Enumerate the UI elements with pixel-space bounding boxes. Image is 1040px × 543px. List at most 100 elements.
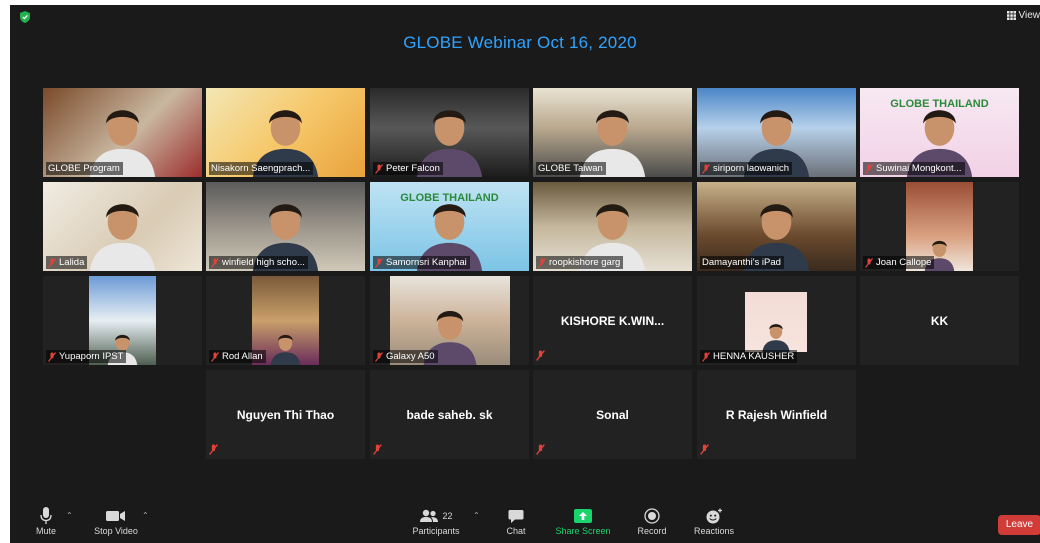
reactions-label: Reactions <box>693 526 735 536</box>
participant-gallery: GLOBE Program Nisakorn Saengprach... Peter… <box>0 0 1040 500</box>
participant-name-label: Damayanthi's iPad <box>700 256 784 269</box>
participant-name-label: Suwinai Mongkont... <box>863 162 965 175</box>
participant-name: Yupaporn IPST <box>59 351 124 362</box>
chat-label: Chat <box>506 526 526 536</box>
zoom-meeting-window: View GLOBE Webinar Oct 16, 2020 GLOBE Pr… <box>0 0 1040 543</box>
chat-button[interactable]: Chat <box>498 506 534 536</box>
participant-name: Joan Callope <box>876 257 932 268</box>
participant-tile[interactable]: Nisakorn Saengprach... <box>206 88 365 177</box>
participant-name: Galaxy A50 <box>386 351 435 362</box>
participants-button[interactable]: 22 Participants <box>408 506 464 536</box>
muted-microphone-icon <box>209 444 218 455</box>
participant-name: HENNA KAUSHER <box>713 351 795 362</box>
mute-button[interactable]: Mute <box>28 506 64 536</box>
microphone-icon <box>40 507 52 524</box>
participant-tile[interactable]: GLOBE THAILAND Samornsri Kanphai <box>370 182 529 271</box>
muted-microphone-icon <box>211 257 219 268</box>
muted-microphone-icon <box>865 257 873 268</box>
muted-microphone-icon <box>48 257 56 268</box>
muted-microphone-icon <box>700 444 709 455</box>
muted-microphone-icon <box>211 351 219 362</box>
muted-microphone-icon <box>375 257 383 268</box>
stop-video-button[interactable]: Stop Video <box>88 506 144 536</box>
participant-name: Suwinai Mongkont... <box>876 163 962 174</box>
participant-name-label: roopkishore garg <box>536 256 624 269</box>
participant-name: Nguyen Thi Thao <box>236 408 335 422</box>
muted-microphone-icon <box>536 350 545 361</box>
globe-thailand-banner: GLOBE THAILAND <box>890 98 989 110</box>
participant-tile[interactable]: Joan Callope <box>860 182 1019 271</box>
participant-name-label: GLOBE Program <box>46 162 123 175</box>
participant-tile[interactable]: GLOBE Taiwan <box>533 88 692 177</box>
muted-microphone-icon <box>373 444 382 455</box>
participant-name-label: Galaxy A50 <box>373 350 438 363</box>
record-button[interactable]: Record <box>632 506 672 536</box>
participant-name-label: Peter Falcon <box>373 162 443 175</box>
globe-thailand-banner: GLOBE THAILAND <box>400 192 499 204</box>
chat-bubble-icon <box>508 509 524 523</box>
reactions-button[interactable]: Reactions <box>690 506 738 536</box>
participant-name: Samornsri Kanphai <box>386 257 467 268</box>
participant-name: roopkishore garg <box>549 257 621 268</box>
share-screen-icon <box>574 509 592 523</box>
muted-microphone-icon <box>865 163 873 174</box>
muted-microphone-icon <box>48 351 56 362</box>
participant-name-label: Yupaporn IPST <box>46 350 127 363</box>
video-camera-icon <box>106 511 125 521</box>
participant-name: siriporn laowanich <box>713 163 790 174</box>
participants-options-caret[interactable]: ⌃ <box>473 511 480 520</box>
participant-tile[interactable]: siriporn laowanich <box>697 88 856 177</box>
participant-name: R Rajesh Winfield <box>725 408 828 422</box>
smiley-reaction-icon <box>706 508 722 524</box>
participant-name-label: siriporn laowanich <box>700 162 793 175</box>
participant-tile[interactable]: HENNA KAUSHER <box>697 276 856 365</box>
participant-tile[interactable]: Damayanthi's iPad <box>697 182 856 271</box>
participant-tile[interactable]: Nguyen Thi Thao <box>206 370 365 459</box>
participant-tile[interactable]: Lalida <box>43 182 202 271</box>
participant-video <box>745 292 807 352</box>
leave-meeting-button[interactable]: Leave <box>998 515 1040 535</box>
muted-microphone-icon <box>702 163 710 174</box>
participant-name-label: Rod Allan <box>209 350 266 363</box>
participant-tile[interactable]: Peter Falcon <box>370 88 529 177</box>
mute-label: Mute <box>35 526 56 536</box>
record-icon <box>644 508 660 524</box>
participant-name-label: Nisakorn Saengprach... <box>209 162 314 175</box>
participant-tile[interactable]: Galaxy A50 <box>370 276 529 365</box>
video-options-caret[interactable]: ⌃ <box>142 511 149 520</box>
participant-name-label: Lalida <box>46 256 88 269</box>
participant-tile[interactable]: KK <box>860 276 1019 365</box>
participant-name: Sonal <box>596 408 629 422</box>
participants-label: Participants <box>412 526 460 536</box>
participant-name: Peter Falcon <box>386 163 440 174</box>
participant-tile[interactable]: winfield high scho... <box>206 182 365 271</box>
participant-name-label: Joan Callope <box>863 256 935 269</box>
participant-name-label: Samornsri Kanphai <box>373 256 470 269</box>
participant-tile[interactable]: KISHORE K.WIN... <box>533 276 692 365</box>
stop-video-label: Stop Video <box>94 526 138 536</box>
participant-name: Nisakorn Saengprach... <box>211 163 311 174</box>
participants-icon <box>420 509 439 522</box>
participant-tile[interactable]: GLOBE THAILAND Suwinai Mongkont... <box>860 88 1019 177</box>
person-silhouette <box>762 324 790 352</box>
muted-microphone-icon <box>375 163 383 174</box>
participant-name: KK <box>930 314 949 328</box>
audio-options-caret[interactable]: ⌃ <box>66 511 73 520</box>
participant-name-label: HENNA KAUSHER <box>700 350 798 363</box>
meeting-toolbar: Mute ⌃ Stop Video ⌃ 22 Participants ⌃ Ch… <box>10 500 1040 543</box>
muted-microphone-icon <box>702 351 710 362</box>
participant-tile[interactable]: Yupaporn IPST <box>43 276 202 365</box>
participant-name: GLOBE Program <box>48 163 120 174</box>
participant-name: GLOBE Taiwan <box>538 163 603 174</box>
participant-tile[interactable]: R Rajesh Winfield <box>697 370 856 459</box>
participant-tile[interactable]: roopkishore garg <box>533 182 692 271</box>
participant-tile[interactable]: Sonal <box>533 370 692 459</box>
participant-tile[interactable]: GLOBE Program <box>43 88 202 177</box>
share-screen-button[interactable]: Share Screen <box>550 506 616 536</box>
record-label: Record <box>637 526 667 536</box>
participant-name: Lalida <box>59 257 85 268</box>
share-screen-label: Share Screen <box>555 526 611 536</box>
participant-tile[interactable]: bade saheb. sk <box>370 370 529 459</box>
participant-name: KISHORE K.WIN... <box>560 314 665 328</box>
participant-tile[interactable]: Rod Allan <box>206 276 365 365</box>
